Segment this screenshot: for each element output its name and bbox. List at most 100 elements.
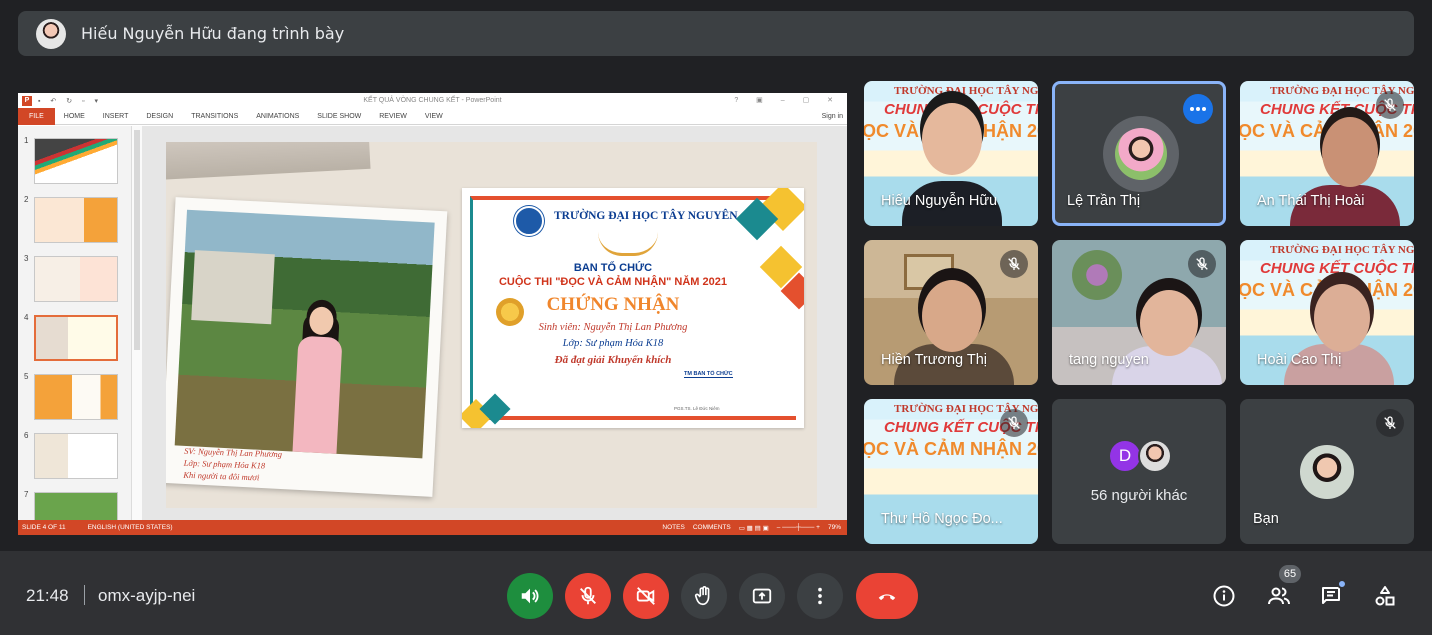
camera-button[interactable] — [623, 573, 669, 619]
caption-title: Khi người ta đôi mươi — [183, 469, 260, 483]
self-tile[interactable]: Bạn — [1240, 399, 1414, 544]
participant-name: An Thái Thị Hoài — [1257, 193, 1365, 209]
participant-name: Thư Hồ Ngọc Đo... — [881, 511, 1003, 527]
others-avatar-photo — [1138, 439, 1172, 473]
activities-button[interactable] — [1372, 583, 1398, 609]
slide-counter: SLIDE 4 OF 11 — [22, 524, 66, 531]
thumbnail-image — [34, 315, 118, 361]
thumbnail-3: 3 — [18, 254, 130, 304]
cert-student: Sinh viên: Nguyễn Thị Lan Phương — [538, 322, 688, 333]
thumbnail-image — [34, 256, 118, 302]
language-indicator: ENGLISH (UNITED STATES) — [87, 524, 173, 531]
cert-class: Lớp: Sư phạm Hóa K18 — [562, 338, 664, 349]
thumbnail-image — [34, 138, 118, 184]
mic-off-icon — [1384, 416, 1396, 429]
comments-label: COMMENTS — [692, 524, 731, 531]
thumbnail-scrollbar — [132, 126, 142, 520]
leave-call-button[interactable] — [856, 573, 918, 619]
thumbnail-number: 2 — [24, 195, 29, 204]
people-button[interactable] — [1266, 583, 1292, 609]
participant-tile-7[interactable]: TRƯỜNG ĐẠI HỌC TÂY NGUYÊN CHUNG KẾT CUỘC… — [864, 399, 1038, 544]
thumbnail-1: 1 — [18, 136, 130, 186]
mic-off-icon — [1196, 257, 1208, 270]
participant-name: Hiếu Nguyễn Hữu — [881, 193, 998, 209]
activities-icon — [1375, 586, 1395, 606]
participant-name: Hoài Cao Thị — [1257, 352, 1342, 368]
ppt-sign-in: Sign in — [821, 112, 843, 120]
participant-name: Lệ Trần Thị — [1067, 193, 1141, 209]
ppt-titlebar: P ▪ ↶ ↻ ▫ ▾ KẾT QUẢ VÒNG CHUNG KẾT - Pow… — [18, 93, 847, 108]
cert-footer: PGS.TS. Lê Đức Niêm — [674, 406, 720, 411]
school-seal-icon — [514, 206, 544, 236]
notes-label: NOTES — [662, 524, 685, 531]
ribbon-tab-slideshow: SLIDE SHOW — [317, 112, 362, 120]
mic-off-icon — [1008, 257, 1020, 270]
slide-canvas: SV: Nguyễn Thị Lan Phương Lớp: Sư phạm H… — [142, 126, 847, 520]
presenter-banner: Hiếu Nguyễn Hữu đang trình bày — [18, 11, 1414, 56]
thumbnail-image — [34, 374, 118, 420]
certificate: TRƯỜNG ĐẠI HỌC TÂY NGUYÊN BAN TỔ CHỨC CU… — [462, 188, 804, 428]
cert-contest: CUỘC THI "ĐỌC VÀ CẢM NHẬN" NĂM 2021 — [498, 276, 727, 288]
participant-tile-5[interactable]: tang nguyen — [1052, 240, 1226, 385]
thumbnail-number: 4 — [24, 313, 29, 322]
tile-school-text: TRƯỜNG ĐẠI HỌC TÂY NGUYÊN — [1270, 244, 1414, 256]
presenter-label: Hiếu Nguyễn Hữu đang trình bày — [81, 24, 345, 43]
ribbon-tab-home: HOME — [63, 112, 85, 120]
mic-off-indicator — [1000, 409, 1028, 437]
chat-unread-dot — [1337, 579, 1347, 589]
ribbon-tab-file: FILE — [18, 107, 55, 125]
student-photo — [174, 209, 435, 459]
presenter-avatar — [36, 18, 66, 49]
audio-output-button[interactable] — [507, 573, 553, 619]
ribbon-tab-view: VIEW — [424, 112, 443, 120]
volume-icon — [521, 588, 539, 604]
ppt-document-title: KẾT QUẢ VÒNG CHUNG KẾT - PowerPoint — [363, 97, 502, 104]
participant-name: Bạn — [1253, 511, 1279, 527]
thumbnail-6: 6 — [18, 431, 130, 481]
thumbnail-number: 6 — [24, 431, 29, 440]
ribbon-tab-transitions: TRANSITIONS — [191, 112, 239, 120]
student-photo-frame: SV: Nguyễn Thị Lan Phương Lớp: Sư phạm H… — [166, 197, 448, 497]
cert-signature-label: TM BAN TỔ CHỨC — [684, 371, 733, 378]
more-options-button[interactable] — [797, 573, 843, 619]
others-tile[interactable]: D 56 người khác — [1052, 399, 1226, 544]
info-icon — [1213, 585, 1235, 607]
participant-tile-2[interactable]: Lệ Trần Thị — [1052, 81, 1226, 226]
participant-tile-6[interactable]: TRƯỜNG ĐẠI HỌC TÂY NGUYÊN CHUNG KẾT CUỘC… — [1240, 240, 1414, 385]
more-options-button[interactable] — [1183, 94, 1213, 124]
thumbnail-image — [34, 492, 118, 520]
participant-tile-3[interactable]: TRƯỜNG ĐẠI HỌC TÂY NGUYÊN CHUNG KẾT CUỘC… — [1240, 81, 1414, 226]
cert-award: Đã đạt giải Khuyến khích — [554, 354, 672, 366]
participant-name: tang nguyen — [1069, 352, 1149, 368]
meeting-time: 21:48 — [26, 586, 69, 605]
ppt-ribbon: FILE HOME INSERT DESIGN TRANSITIONS ANIM… — [18, 107, 847, 125]
zoom-slider: – ───┼─── + — [776, 524, 820, 531]
more-vert-icon — [818, 587, 822, 605]
others-avatar-letter: D — [1108, 439, 1142, 473]
thumbnail-number: 7 — [24, 490, 29, 499]
raise-hand-button[interactable] — [681, 573, 727, 619]
tile-read-text: ỌC VÀ CẢM NHẬN 20 — [864, 439, 1038, 459]
participant-tile-4[interactable]: Hiền Trương Thị — [864, 240, 1038, 385]
present-icon — [752, 588, 772, 604]
camera-off-icon — [636, 587, 655, 605]
more-horiz-icon — [1190, 107, 1206, 111]
thumbnail-image — [34, 197, 118, 243]
participant-name: Hiền Trương Thị — [881, 352, 987, 368]
end-call-icon — [878, 594, 896, 601]
divider — [84, 585, 85, 605]
ribbon-tab-design: DESIGN — [146, 112, 174, 120]
zoom-level: 79% — [827, 524, 841, 531]
participant-tile-1[interactable]: TRƯỜNG ĐẠI HỌC TÂY NGUYÊN CHUNG KẾT CUỘC… — [864, 81, 1038, 226]
present-now-button[interactable] — [739, 573, 785, 619]
microphone-button[interactable] — [565, 573, 611, 619]
hand-icon — [694, 586, 710, 606]
people-count-badge: 65 — [1279, 565, 1301, 583]
mic-off-icon — [1008, 416, 1020, 429]
ribbon-tab-insert: INSERT — [102, 112, 129, 120]
meeting-details-button[interactable] — [1211, 583, 1237, 609]
mic-off-icon — [580, 586, 596, 605]
decorative-tape — [166, 142, 371, 180]
thumbnail-image — [34, 433, 118, 479]
tile-school-text: TRƯỜNG ĐẠI HỌC TÂY NGUYÊN — [894, 85, 1038, 97]
